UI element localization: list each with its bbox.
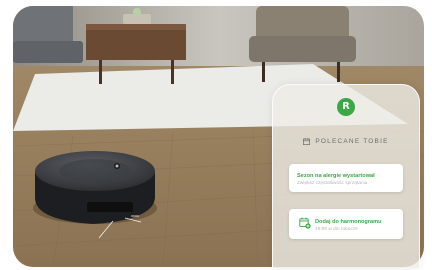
recommendations-panel: R POLECANE TOBIE Sezon na alergie wystar…: [272, 84, 420, 268]
card-title: Sezon na alergie wystartował: [297, 173, 375, 179]
card-subtitle: 19:00 w dni robocze: [315, 227, 358, 232]
irobot-logo-icon: R: [337, 98, 355, 116]
card-subtitle: Zwiększ częstotliwość sprzątania: [297, 181, 368, 186]
app-screen: R POLECANE TOBIE Sezon na alergie wystar…: [0, 0, 432, 270]
allergy-season-card[interactable]: Sezon na alergie wystartował Zwiększ czę…: [289, 164, 403, 192]
calendar-icon: [303, 137, 311, 145]
section-header: POLECANE TOBIE: [273, 135, 419, 147]
card-title: Dodaj do harmonogramu: [315, 219, 382, 225]
add-to-schedule-card[interactable]: Dodaj do harmonogramu 19:00 w dni robocz…: [289, 209, 403, 239]
calendar-add-icon: [299, 217, 311, 229]
section-title: POLECANE TOBIE: [315, 137, 389, 145]
